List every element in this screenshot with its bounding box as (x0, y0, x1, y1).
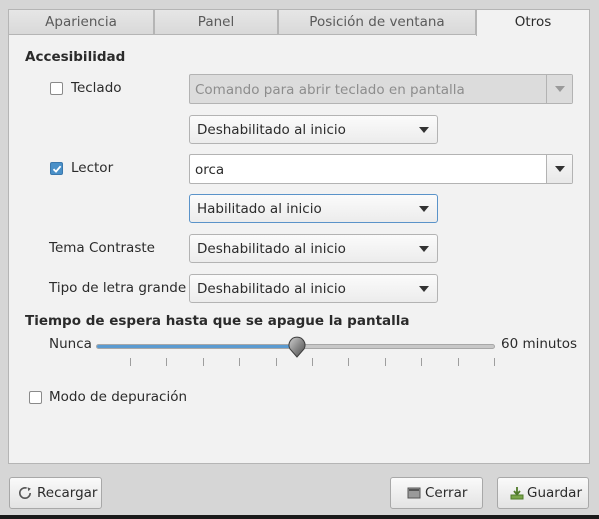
reader-command-combo[interactable]: orca (189, 154, 573, 184)
slider-tick (166, 358, 168, 366)
reload-icon (19, 487, 31, 499)
reader-label: Lector (71, 160, 114, 176)
tab-panel[interactable]: Panel (154, 9, 278, 34)
save-button[interactable]: Guardar (497, 477, 589, 509)
reader-startup-value: Habilitado al inicio (197, 201, 322, 217)
keyboard-startup-select[interactable]: Deshabilitado al inicio (189, 115, 438, 144)
close-button[interactable]: Cerrar (390, 477, 483, 509)
keyboard-startup-value: Deshabilitado al inicio (197, 122, 346, 138)
reload-label: Recargar (37, 485, 98, 501)
contrast-label: Tema Contraste (49, 240, 155, 256)
slider-tick (239, 358, 241, 366)
screen-timeout-title: Tiempo de espera hasta que se apague la … (25, 313, 410, 329)
slider-tick (202, 358, 204, 366)
tab-otros[interactable]: Otros (476, 9, 590, 36)
tab-posicion-ventana[interactable]: Posición de ventana (278, 9, 476, 34)
large-font-label: Tipo de letra grande (49, 280, 187, 296)
reader-startup-select[interactable]: Habilitado al inicio (189, 194, 438, 223)
check-icon (52, 165, 62, 173)
timeout-slider-thumb[interactable] (287, 336, 307, 358)
reader-checkbox[interactable] (50, 162, 63, 175)
slider-tick (384, 358, 386, 366)
chevron-down-icon (555, 86, 565, 92)
debug-checkbox[interactable] (29, 391, 42, 404)
slider-tick (457, 358, 459, 366)
reader-command-dropdown-button[interactable] (546, 155, 572, 183)
slider-tick (312, 358, 313, 366)
chevron-down-icon (555, 166, 565, 172)
accessibility-title: Accesibilidad (25, 49, 126, 65)
slider-tick (130, 358, 131, 366)
timeout-slider-fill (97, 345, 296, 348)
keyboard-checkbox[interactable] (50, 82, 63, 95)
save-icon (510, 487, 524, 500)
keyboard-command-dropdown-button[interactable] (546, 75, 572, 103)
slider-tick (421, 358, 423, 366)
keyboard-command-combo[interactable]: Comando para abrir teclado en pantalla (189, 74, 573, 104)
large-font-value: Deshabilitado al inicio (197, 281, 346, 297)
reader-command-text[interactable]: orca (195, 162, 224, 178)
slider-handle-icon (288, 336, 305, 358)
debug-label: Modo de depuración (49, 389, 188, 405)
close-window-icon (407, 487, 421, 499)
window-bottom-edge (0, 515, 599, 519)
slider-tick (275, 358, 277, 366)
chevron-down-icon (419, 127, 429, 133)
chevron-down-icon (419, 286, 429, 292)
tab-apariencia[interactable]: Apariencia (8, 9, 154, 34)
slider-max-label: 60 minutos (501, 336, 578, 352)
reload-button[interactable]: Recargar (9, 477, 102, 509)
keyboard-label: Teclado (71, 80, 122, 96)
tab-bar: Apariencia Panel Posición de ventana Otr… (8, 9, 590, 36)
slider-tick (494, 358, 495, 366)
save-label: Guardar (527, 485, 582, 501)
keyboard-command-text: Comando para abrir teclado en pantalla (195, 82, 465, 98)
slider-tick (348, 358, 350, 366)
contrast-value: Deshabilitado al inicio (197, 241, 346, 257)
slider-min-label: Nunca (49, 336, 92, 352)
close-label: Cerrar (425, 485, 468, 501)
chevron-down-icon (419, 246, 429, 252)
large-font-select[interactable]: Deshabilitado al inicio (189, 274, 438, 303)
contrast-select[interactable]: Deshabilitado al inicio (189, 234, 438, 263)
chevron-down-icon (419, 206, 429, 212)
